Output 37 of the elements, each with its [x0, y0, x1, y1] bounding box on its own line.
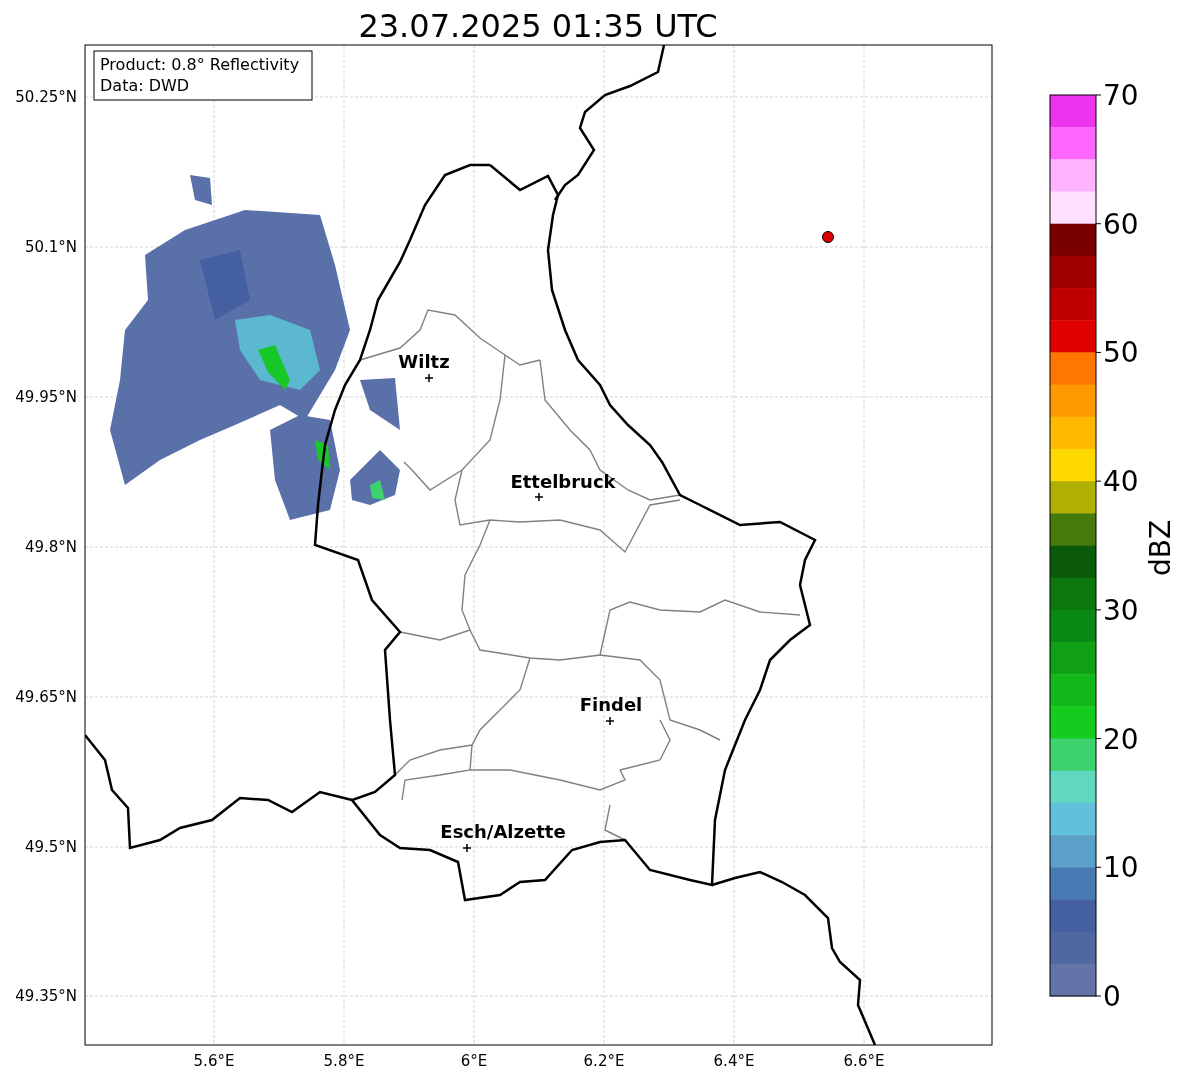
city-label: Ettelbruck: [510, 471, 616, 492]
district-border: [604, 804, 626, 841]
city-marker-icon: [462, 843, 472, 853]
axis-tick-label: 6.2°E: [583, 1052, 625, 1070]
scale-tick-label: 0: [1103, 980, 1121, 1013]
location-marker: [822, 231, 834, 243]
scale-tick-label: 20: [1103, 722, 1139, 756]
axis-tick-label: 50.25°N: [15, 88, 77, 106]
axis-tick-label: 49.95°N: [15, 388, 77, 406]
city-marker-icon: [534, 492, 544, 502]
axis-tick-label: 49.35°N: [15, 987, 77, 1005]
axis-tick-label: 49.8°N: [24, 538, 77, 556]
info-text: Product: 0.8° Reflectivity: [100, 55, 300, 74]
city-label: Wiltz: [398, 351, 450, 372]
axis-tick-label: 50.1°N: [24, 238, 77, 256]
axis-tick-label: 6.4°E: [713, 1052, 755, 1070]
scale-tick-label: 40: [1103, 465, 1139, 499]
city-label: Esch/Alzette: [440, 821, 566, 842]
axis-tick-label: 5.8°E: [323, 1052, 365, 1070]
city-label: Findel: [579, 694, 643, 715]
scale-tick-label: 10: [1103, 851, 1139, 885]
chart-title: 23.07.2025 01:35 UTC: [358, 7, 718, 45]
scale-title: dBZ: [1144, 519, 1177, 577]
radar-echo-area: [190, 175, 212, 205]
axis-tick-label: 5.6°E: [193, 1052, 235, 1070]
scale-tick-label: 70: [1103, 79, 1139, 112]
axis-tick-label: 49.65°N: [15, 688, 77, 706]
city-marker-icon: [424, 373, 434, 383]
axis-tick-label: 49.5°N: [24, 838, 77, 856]
scale-tick-label: 50: [1103, 336, 1139, 370]
axis-tick-label: 6°E: [460, 1052, 488, 1070]
radar-echo-area: [360, 378, 400, 430]
scale-tick-label: 30: [1103, 593, 1139, 627]
city-marker-icon: [605, 716, 615, 726]
info-text: Data: DWD: [100, 76, 190, 95]
axis-tick-label: 6.6°E: [843, 1052, 885, 1070]
scale-tick-label: 60: [1103, 207, 1139, 241]
